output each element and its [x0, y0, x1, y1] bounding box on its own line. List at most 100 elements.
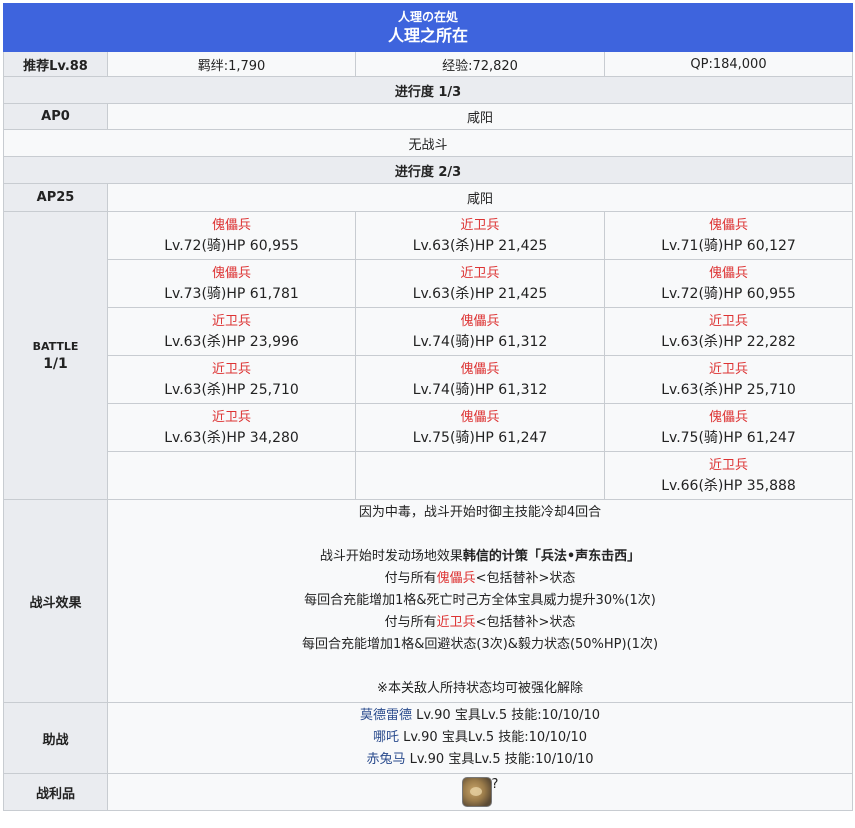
enemy-name[interactable]: 傀儡兵	[356, 311, 604, 332]
enemy-cell: 傀儡兵 Lv.73(骑)HP 61,781	[107, 259, 356, 308]
stage-1-ap-row: AP0 咸阳	[3, 103, 854, 130]
enemy-name[interactable]: 近卫兵	[108, 407, 355, 428]
enemy-name[interactable]: 近卫兵	[108, 311, 355, 332]
bond-value: 羁绊:1,790	[107, 51, 356, 77]
effect-line: 因为中毒，战斗开始时御主技能冷却4回合	[358, 505, 602, 520]
enemy-name[interactable]: 近卫兵	[356, 263, 604, 284]
enemy-cell: 傀儡兵 Lv.72(骑)HP 60,955	[107, 211, 356, 260]
enemy-row-3: 近卫兵 Lv.63(杀)HP 23,996 傀儡兵 Lv.74(骑)HP 61,31…	[4, 307, 854, 356]
support-servant-link[interactable]: 哪吒	[373, 730, 399, 745]
enemy-name[interactable]: 傀儡兵	[108, 215, 355, 236]
stage-2-location: 咸阳	[106, 183, 854, 212]
enemy-cell: 傀儡兵 Lv.72(骑)HP 60,955	[603, 259, 854, 308]
enemy-cell: 近卫兵 Lv.63(杀)HP 21,425	[355, 211, 605, 260]
quest-table: 人理の在処 人理之所在 推荐Lv.88 羁绊:1,790 经验:72,820 Q…	[2, 3, 854, 811]
enemy-name[interactable]: 傀儡兵	[605, 215, 852, 236]
enemy-stat: Lv.63(杀)HP 22,282	[661, 333, 796, 350]
effect-text: 付与所有	[384, 615, 437, 630]
enemy-stat: Lv.75(骑)HP 61,247	[412, 429, 548, 446]
drops-label: 战利品	[3, 773, 108, 811]
support-detail: Lv.90 宝具Lv.5 技能:10/10/10	[405, 752, 594, 767]
enemy-name[interactable]: 傀儡兵	[356, 407, 604, 428]
enemy-stat: Lv.75(骑)HP 61,247	[661, 429, 796, 446]
enemy-cell-empty	[355, 451, 605, 500]
progress-2-row: 进行度 2/3	[2, 156, 854, 184]
effect-text: 付与所有	[384, 571, 437, 586]
enemy-cell: 傀儡兵 Lv.71(骑)HP 60,127	[603, 211, 854, 260]
enemy-stat: Lv.63(杀)HP 21,425	[412, 285, 548, 302]
enemy-row-4: 近卫兵 Lv.63(杀)HP 25,710 傀儡兵 Lv.74(骑)HP 61,31…	[4, 355, 854, 404]
effect-line: ※本关敌人所持状态均可被强化解除	[377, 681, 583, 696]
stage-1-ap: AP0	[3, 103, 108, 130]
enemy-name[interactable]: 傀儡兵	[356, 359, 604, 380]
qp-value: QP:184,000	[603, 51, 854, 77]
enemy-stat: Lv.73(骑)HP 61,781	[164, 285, 299, 302]
enemy-stat: Lv.63(杀)HP 25,710	[164, 381, 299, 398]
enemy-row-2: 傀儡兵 Lv.73(骑)HP 61,781 近卫兵 Lv.63(杀)HP 21,42…	[4, 259, 854, 308]
material-icon[interactable]	[461, 777, 492, 807]
enemy-stat: Lv.72(骑)HP 60,955	[661, 285, 796, 302]
support-item: 哪吒 Lv.90 宝具Lv.5 技能:10/10/10	[108, 727, 852, 749]
support-item: 莫德雷德 Lv.90 宝具Lv.5 技能:10/10/10	[108, 705, 852, 727]
progress-2: 进行度 2/3	[2, 156, 854, 184]
effect-spacer	[108, 656, 852, 678]
progress-1-row: 进行度 1/3	[2, 76, 854, 104]
enemy-name[interactable]: 近卫兵	[108, 359, 355, 380]
enemy-name[interactable]: 近卫兵	[605, 359, 852, 380]
battle-label-cell: BATTLE 1/1	[3, 211, 108, 500]
enemy-cell: 近卫兵 Lv.63(杀)HP 22,282	[603, 307, 854, 356]
enemy-stat: Lv.66(杀)HP 35,888	[661, 477, 796, 494]
support-content: 莫德雷德 Lv.90 宝具Lv.5 技能:10/10/10 哪吒 Lv.90 宝…	[106, 702, 854, 774]
enemy-cell: 傀儡兵 Lv.75(骑)HP 61,247	[355, 403, 605, 452]
enemy-name[interactable]: 傀儡兵	[605, 407, 852, 428]
enemy-cell: 傀儡兵 Lv.74(骑)HP 61,312	[355, 355, 605, 404]
enemy-stat: Lv.63(杀)HP 25,710	[661, 381, 796, 398]
enemy-cell-empty	[107, 451, 356, 500]
enemy-stat: Lv.74(骑)HP 61,312	[412, 333, 548, 350]
enemy-row-5: 近卫兵 Lv.63(杀)HP 34,280 傀儡兵 Lv.75(骑)HP 61,24…	[4, 403, 854, 452]
enemy-row-6: 近卫兵 Lv.66(杀)HP 35,888	[4, 451, 854, 500]
effects-label: 战斗效果	[3, 499, 108, 703]
enemy-stat: Lv.74(骑)HP 61,312	[412, 381, 548, 398]
support-item: 赤兔马 Lv.90 宝具Lv.5 技能:10/10/10	[108, 749, 852, 771]
effect-line: 战斗开始时发动场地效果韩信的计策「兵法•声东击西」	[108, 546, 852, 568]
support-servant-link[interactable]: 赤兔马	[366, 752, 405, 767]
drop-quantity: ?	[491, 777, 499, 792]
enemy-cell: 傀儡兵 Lv.75(骑)HP 61,247	[603, 403, 854, 452]
progress-1: 进行度 1/3	[2, 76, 854, 104]
enemy-stat: Lv.63(杀)HP 21,425	[412, 237, 548, 254]
enemy-name[interactable]: 近卫兵	[605, 311, 852, 332]
stage-1-note: 无战斗	[2, 129, 854, 157]
quest-header: 人理の在処 人理之所在	[2, 3, 854, 52]
enemy-stat: Lv.72(骑)HP 60,955	[164, 237, 299, 254]
effect-line: 付与所有傀儡兵<包括替补>状态	[108, 568, 852, 590]
effect-line: 付与所有近卫兵<包括替补>状态	[108, 612, 852, 634]
effects-row: 战斗效果 因为中毒，战斗开始时御主技能冷却4回合 战斗开始时发动场地效果韩信的计…	[3, 499, 854, 703]
enemy-stat: Lv.71(骑)HP 60,127	[661, 237, 796, 254]
enemy-cell: 近卫兵 Lv.63(杀)HP 25,710	[603, 355, 854, 404]
enemy-name[interactable]: 近卫兵	[356, 215, 604, 236]
effect-enemy-link[interactable]: 傀儡兵	[437, 571, 476, 586]
effect-text: <包括替补>状态	[475, 571, 576, 586]
effect-enemy-link[interactable]: 近卫兵	[437, 615, 476, 630]
recommend-level: 推荐Lv.88	[3, 51, 108, 77]
support-label: 助战	[3, 702, 108, 774]
stage-2-ap: AP25	[3, 183, 108, 212]
effect-line: 每回合充能增加1格&死亡时己方全体宝具威力提升30%(1次)	[304, 593, 656, 608]
enemy-name[interactable]: 傀儡兵	[605, 263, 852, 284]
support-detail: Lv.90 宝具Lv.5 技能:10/10/10	[411, 708, 601, 723]
exp-value: 经验:72,820	[355, 51, 605, 77]
support-detail: Lv.90 宝具Lv.5 技能:10/10/10	[398, 730, 588, 745]
enemy-name[interactable]: 近卫兵	[605, 455, 852, 476]
battle-count: 1/1	[43, 355, 68, 372]
enemy-name[interactable]: 傀儡兵	[108, 263, 355, 284]
effect-spacer	[108, 524, 852, 546]
enemy-cell: 近卫兵 Lv.63(杀)HP 34,280	[107, 403, 356, 452]
enemy-cell: 近卫兵 Lv.66(杀)HP 35,888	[603, 451, 854, 500]
stage-1-note-row: 无战斗	[2, 129, 854, 157]
support-row: 助战 莫德雷德 Lv.90 宝具Lv.5 技能:10/10/10 哪吒 Lv.9…	[3, 702, 854, 774]
enemy-cell: 近卫兵 Lv.63(杀)HP 25,710	[107, 355, 356, 404]
support-servant-link[interactable]: 莫德雷德	[360, 708, 412, 723]
effect-text: 战斗开始时发动场地效果	[319, 549, 463, 564]
effects-content: 因为中毒，战斗开始时御主技能冷却4回合 战斗开始时发动场地效果韩信的计策「兵法•…	[106, 499, 854, 703]
